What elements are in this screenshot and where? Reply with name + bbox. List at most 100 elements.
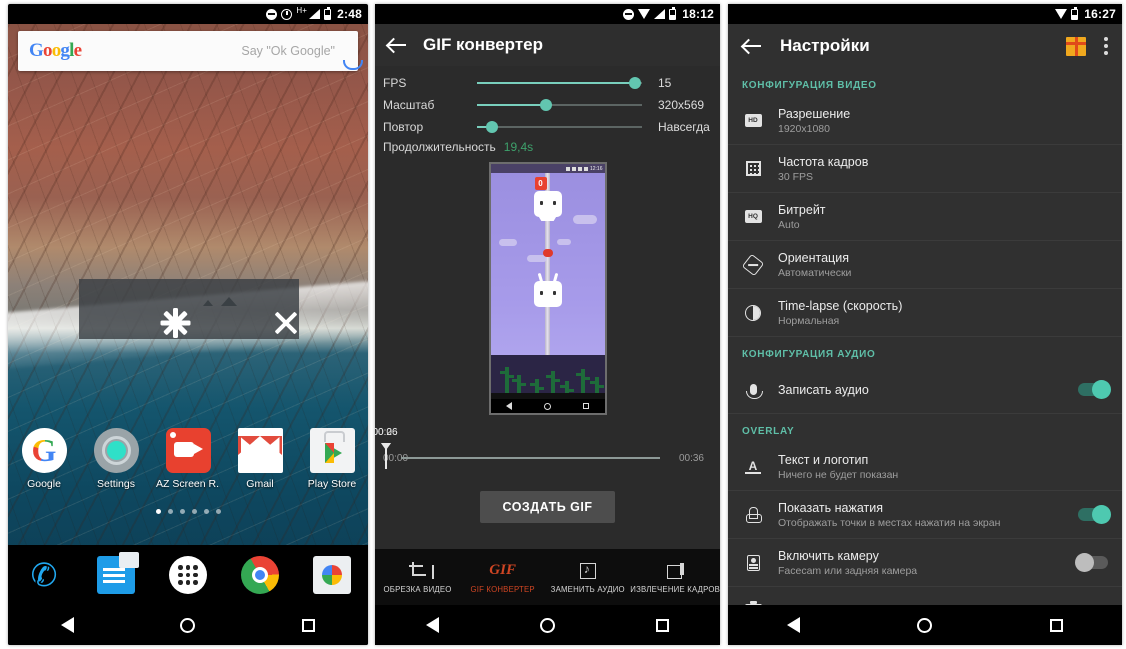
setting-title: Текст и логотип <box>778 452 869 467</box>
kebab-menu-icon[interactable] <box>1104 37 1108 55</box>
page-title: GIF конвертер <box>423 35 543 54</box>
google-search-bar[interactable]: Google Say "Ok Google" <box>18 31 358 71</box>
duration-row: Продолжительность 19,4s <box>383 138 712 154</box>
slider-track[interactable] <box>477 77 642 89</box>
timeline-bar[interactable]: 00:00 00:36 <box>381 443 710 473</box>
tab-gif-converter[interactable]: GIF GIF КОНВЕРТЕР <box>460 561 545 594</box>
panel-settings: 16:27 Настройки КОНФИГУРАЦИЯ ВИДЕО HD Ра… <box>728 4 1122 645</box>
recents-icon[interactable] <box>656 618 670 632</box>
preview-status-bar: 12:16 <box>490 164 605 173</box>
app-label: Google <box>27 478 61 490</box>
text-format-icon: A <box>742 459 764 475</box>
setting-show-taps[interactable]: Показать нажатия Отображать точки в мест… <box>728 491 1122 539</box>
app-google[interactable]: Google <box>12 428 76 490</box>
create-gif-button[interactable]: СОЗДАТЬ GIF <box>480 491 615 523</box>
nav-bar-settings <box>728 605 1122 645</box>
slider-label: FPS <box>383 76 407 90</box>
tab-extract-frames[interactable]: ИЗВЛЕЧЕНИЕ КАДРОВ <box>630 561 720 594</box>
signal-icon <box>654 9 666 19</box>
app-play-store[interactable]: Play Store <box>300 428 364 490</box>
home-icon[interactable] <box>917 617 933 633</box>
google-logo: Google <box>29 40 82 61</box>
trim-timeline[interactable]: 00:06 00:26 00:00 00:36 <box>375 421 720 483</box>
home-icon <box>543 402 551 410</box>
slider-track[interactable] <box>477 99 642 111</box>
google-icon <box>21 428 67 473</box>
back-arrow-icon[interactable] <box>742 36 762 56</box>
toggle-show-taps[interactable] <box>1078 505 1111 524</box>
slider-value: 320x569 <box>658 98 705 112</box>
phone-icon[interactable] <box>25 556 63 594</box>
microphone-icon <box>742 384 764 399</box>
preview-area: 12:16 0 <box>375 156 720 421</box>
nav-bar-gif <box>375 605 720 645</box>
messages-icon[interactable] <box>97 552 139 594</box>
setting-framerate[interactable]: Частота кадров 30 FPS <box>728 145 1122 193</box>
status-bar-home: H+ 2:48 <box>8 4 368 24</box>
back-icon[interactable] <box>786 617 800 633</box>
toggle-record-audio[interactable] <box>1078 380 1111 399</box>
tab-video-trim[interactable]: ОБРЕЗКА ВИДЕО <box>375 561 460 594</box>
setting-orientation[interactable]: Ориентация Автоматически <box>728 241 1122 289</box>
recorder-floating-toolbar <box>79 279 299 339</box>
app-label: Play Store <box>307 478 357 490</box>
tab-replace-audio[interactable]: ЗАМЕНИТЬ АУДИО <box>545 561 630 594</box>
wifi-icon <box>1055 9 1068 19</box>
dock <box>8 545 368 605</box>
home-icon[interactable] <box>180 617 196 633</box>
play-store-icon <box>309 428 355 473</box>
settings-gear-icon <box>93 428 139 473</box>
hd-badge-icon: HD <box>742 114 764 127</box>
settings-list[interactable]: КОНФИГУРАЦИЯ ВИДЕО HD Разрешение 1920x10… <box>728 68 1122 625</box>
status-bar-gif: 18:12 <box>375 4 720 24</box>
setting-record-audio[interactable]: Записать аудио <box>728 366 1122 414</box>
back-icon[interactable] <box>425 617 439 633</box>
battery-icon <box>669 6 677 20</box>
timeline-handle-labels: 00:06 00:26 <box>375 427 710 441</box>
recents-icon[interactable] <box>1050 618 1064 632</box>
app-label: Settings <box>97 478 135 490</box>
rotation-icon <box>741 253 765 276</box>
slider-label: Повтор <box>383 120 424 134</box>
video-preview[interactable]: 12:16 0 <box>488 162 607 415</box>
photos-icon[interactable] <box>313 556 351 594</box>
app-gmail[interactable]: Gmail <box>228 428 292 490</box>
slider-label: Масштаб <box>383 98 435 112</box>
tab-label: ОБРЕЗКА ВИДЕО <box>383 584 452 594</box>
trim-handle-end[interactable] <box>381 443 391 469</box>
duration-value: 19,4s <box>503 140 534 154</box>
setting-title: Битрейт <box>778 202 826 217</box>
setting-bitrate[interactable]: HQ Битрейт Auto <box>728 193 1122 241</box>
setting-resolution[interactable]: HD Разрешение 1920x1080 <box>728 97 1122 145</box>
crop-icon <box>375 561 460 581</box>
setting-subtitle: Auto <box>778 218 800 231</box>
search-hint: Say "Ok Google" <box>241 44 335 58</box>
back-arrow-icon[interactable] <box>387 35 407 55</box>
home-icon[interactable] <box>539 617 555 633</box>
alarm-icon <box>281 8 293 20</box>
section-header: КОНФИГУРАЦИЯ ВИДЕО <box>742 80 877 91</box>
chrome-icon[interactable] <box>241 556 279 594</box>
app-drawer-icon[interactable] <box>169 556 207 594</box>
film-strip-icon <box>742 161 764 176</box>
back-icon[interactable] <box>61 617 75 633</box>
setting-enable-camera[interactable]: Включить камеру Facecam или задняя камер… <box>728 539 1122 587</box>
section-header: КОНФИГУРАЦИЯ АУДИО <box>742 349 876 360</box>
slider-group: FPS 15 Масштаб 320x569 Повтор Навсегда П… <box>375 66 720 156</box>
app-az-screen-recorder[interactable]: AZ Screen R.. <box>156 428 220 490</box>
gmail-icon <box>237 428 283 473</box>
slider-repeat[interactable]: Повтор Навсегда <box>383 116 712 138</box>
bottom-tab-bar: ОБРЕЗКА ВИДЕО GIF GIF КОНВЕРТЕР ЗАМЕНИТЬ… <box>375 549 720 605</box>
setting-text-logo[interactable]: A Текст и логотип Ничего не будет показа… <box>728 443 1122 491</box>
app-settings[interactable]: Settings <box>84 428 148 490</box>
app-label: AZ Screen R.. <box>156 478 220 490</box>
gift-icon[interactable] <box>1066 36 1086 56</box>
toggle-enable-camera[interactable] <box>1075 553 1108 572</box>
preview-nav-bar <box>490 399 605 413</box>
setting-timelapse[interactable]: Time-lapse (скорость) Нормальная <box>728 289 1122 337</box>
back-icon <box>506 402 513 410</box>
slider-scale[interactable]: Масштаб 320x569 <box>383 94 712 116</box>
recents-icon[interactable] <box>301 618 315 632</box>
slider-track[interactable] <box>477 121 642 133</box>
slider-fps[interactable]: FPS 15 <box>383 72 712 94</box>
